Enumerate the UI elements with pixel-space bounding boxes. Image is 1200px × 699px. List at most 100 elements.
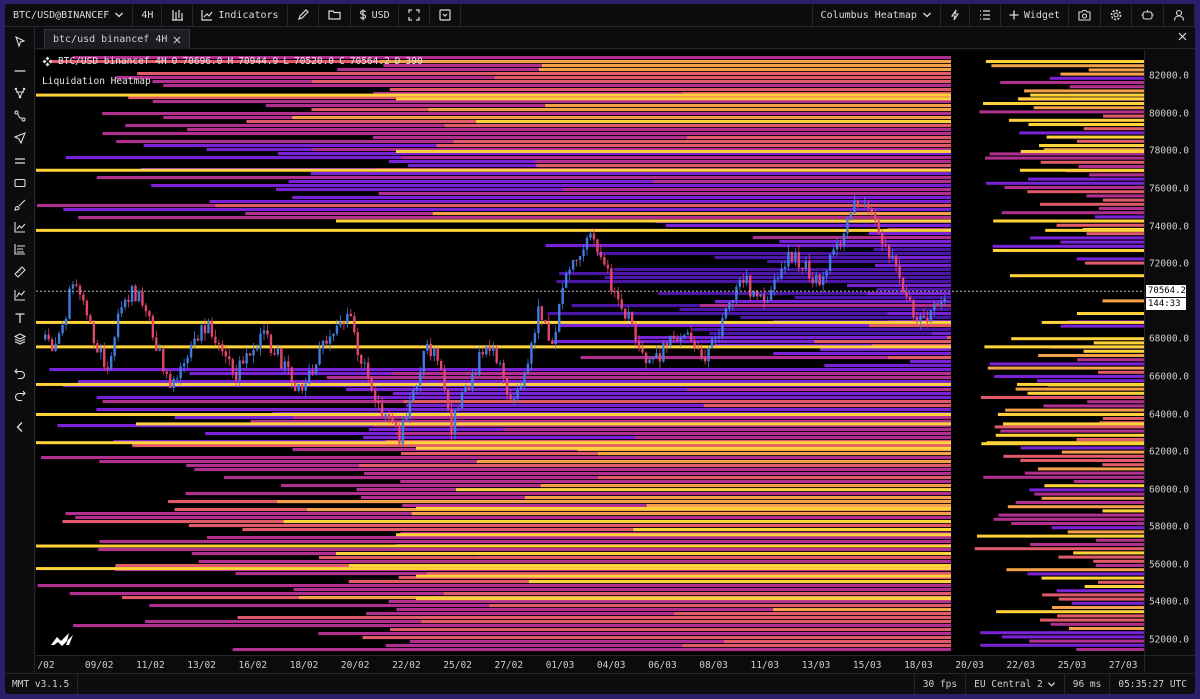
redo-button[interactable] [12, 387, 28, 403]
profile-bar [1086, 232, 1144, 236]
interval-selector[interactable]: 4H [133, 4, 163, 27]
profile-bar [996, 610, 1144, 614]
chevron-down-icon [114, 10, 124, 20]
profile-bar [989, 362, 1144, 366]
profile-bar [1024, 471, 1144, 475]
candle-body [724, 308, 728, 319]
brush-tool[interactable] [12, 197, 28, 213]
time-axis[interactable]: /02 09/02 11/02 13/02 16/02 18/02 20/02 22/02 25… [36, 655, 1144, 673]
candle-body [241, 360, 245, 364]
chart-pane[interactable]: BTC/USD binancef 4H O 70696.0 H 70944.9 L7… [36, 50, 1144, 655]
heat-band [876, 288, 951, 292]
heat-band [773, 608, 951, 612]
draw-button[interactable] [288, 4, 319, 27]
save-button[interactable] [430, 4, 461, 27]
undo-button[interactable] [12, 365, 28, 381]
candle-body [495, 347, 498, 364]
text-tool[interactable] [12, 310, 28, 326]
candle-body [526, 363, 530, 373]
heat-band [633, 528, 951, 532]
price-tick: 72000.0 [1148, 258, 1189, 270]
price-axis[interactable]: 70564.2 144:33 82000.0 80000.0 78000.0 7600… [1144, 50, 1195, 655]
indicators-button[interactable]: Indicators [193, 4, 288, 27]
cursor-tool[interactable] [12, 34, 28, 50]
account-button[interactable] [1164, 4, 1195, 27]
text-icon [14, 312, 26, 324]
forecast-tool[interactable] [12, 287, 28, 303]
alerts-button[interactable] [941, 4, 970, 27]
settings-button[interactable] [1101, 4, 1132, 27]
legend-l-label: L [283, 56, 289, 67]
symbol-selector[interactable]: BTC/USD@BINANCEF [5, 4, 134, 27]
heat-band [102, 112, 952, 116]
bot-button[interactable] [1132, 4, 1164, 27]
chart-tab[interactable]: btc/usd binancef 4H [44, 29, 191, 49]
candle-body [155, 337, 158, 351]
profile-peak [1019, 168, 1144, 172]
close-panel-button[interactable] [1178, 32, 1187, 41]
candle-body [262, 330, 266, 334]
profile-bar [1000, 81, 1144, 84]
time-tick: 27/03 [1108, 660, 1138, 671]
candle-body [335, 325, 339, 334]
measure-tool[interactable] [12, 264, 28, 280]
layers-tool[interactable] [12, 331, 28, 347]
add-widget-button[interactable]: Widget [1001, 4, 1069, 27]
profile-bar [1088, 68, 1144, 72]
price-tick: 62000.0 [1148, 446, 1189, 458]
liquidation-level [36, 320, 951, 324]
chevron-down-icon [922, 10, 932, 20]
open-layout-button[interactable] [319, 4, 351, 27]
candle-body [551, 340, 554, 345]
layout-selector[interactable]: Columbus Heatmap [811, 4, 941, 27]
candle-body [641, 347, 644, 353]
profile-bar [1020, 446, 1144, 450]
rectangle-icon [14, 177, 26, 189]
candle-body [610, 268, 613, 292]
candle-body [353, 316, 356, 333]
heat-band [931, 332, 951, 336]
legend-o-label: O [171, 56, 178, 67]
watchlist-button[interactable] [970, 4, 1001, 27]
candle-body [537, 306, 540, 334]
candle-body [360, 355, 363, 364]
time-tick: 06/03 [648, 660, 677, 671]
candle-body [648, 359, 651, 364]
rectangle-tool[interactable] [12, 175, 28, 191]
candle-body [370, 378, 373, 391]
horizontal-line-tool[interactable] [12, 63, 28, 79]
chevron-down-icon [1047, 680, 1056, 689]
candle-body [585, 237, 589, 250]
pitchfork-tool[interactable] [12, 85, 28, 101]
heat-band [358, 464, 952, 468]
candle-body [839, 243, 842, 246]
heat-band [215, 204, 951, 208]
candle-body [148, 311, 151, 317]
fib-tool[interactable] [12, 241, 28, 257]
currency-button[interactable]: USD [351, 4, 399, 27]
close-icon[interactable] [173, 36, 181, 44]
chart-type-button[interactable] [162, 4, 194, 27]
candle-body [703, 357, 707, 362]
profile-bar [1039, 618, 1144, 622]
parallel-channel-tool[interactable] [12, 153, 28, 169]
fullscreen-button[interactable] [399, 4, 430, 27]
profile-bar [1001, 211, 1144, 215]
candle-body [130, 285, 134, 302]
candle-body [790, 251, 794, 262]
candle-body [450, 409, 453, 435]
indicator-legend[interactable]: Liquidation Heatmap [42, 76, 151, 87]
candle-body [346, 313, 349, 324]
candle-body [908, 296, 912, 301]
trend-tool[interactable] [12, 219, 28, 235]
ray-tool[interactable] [12, 130, 28, 146]
path-tool[interactable] [12, 108, 28, 124]
candle-body [453, 409, 457, 435]
collapse-toolbar-button[interactable] [12, 419, 28, 435]
region-selector[interactable]: EU Central 2 [965, 673, 1064, 694]
heat-band [556, 280, 951, 284]
profile-bar [1094, 215, 1144, 219]
liquidation-level [36, 93, 951, 97]
candle-body [318, 348, 321, 365]
screenshot-button[interactable] [1069, 4, 1101, 27]
